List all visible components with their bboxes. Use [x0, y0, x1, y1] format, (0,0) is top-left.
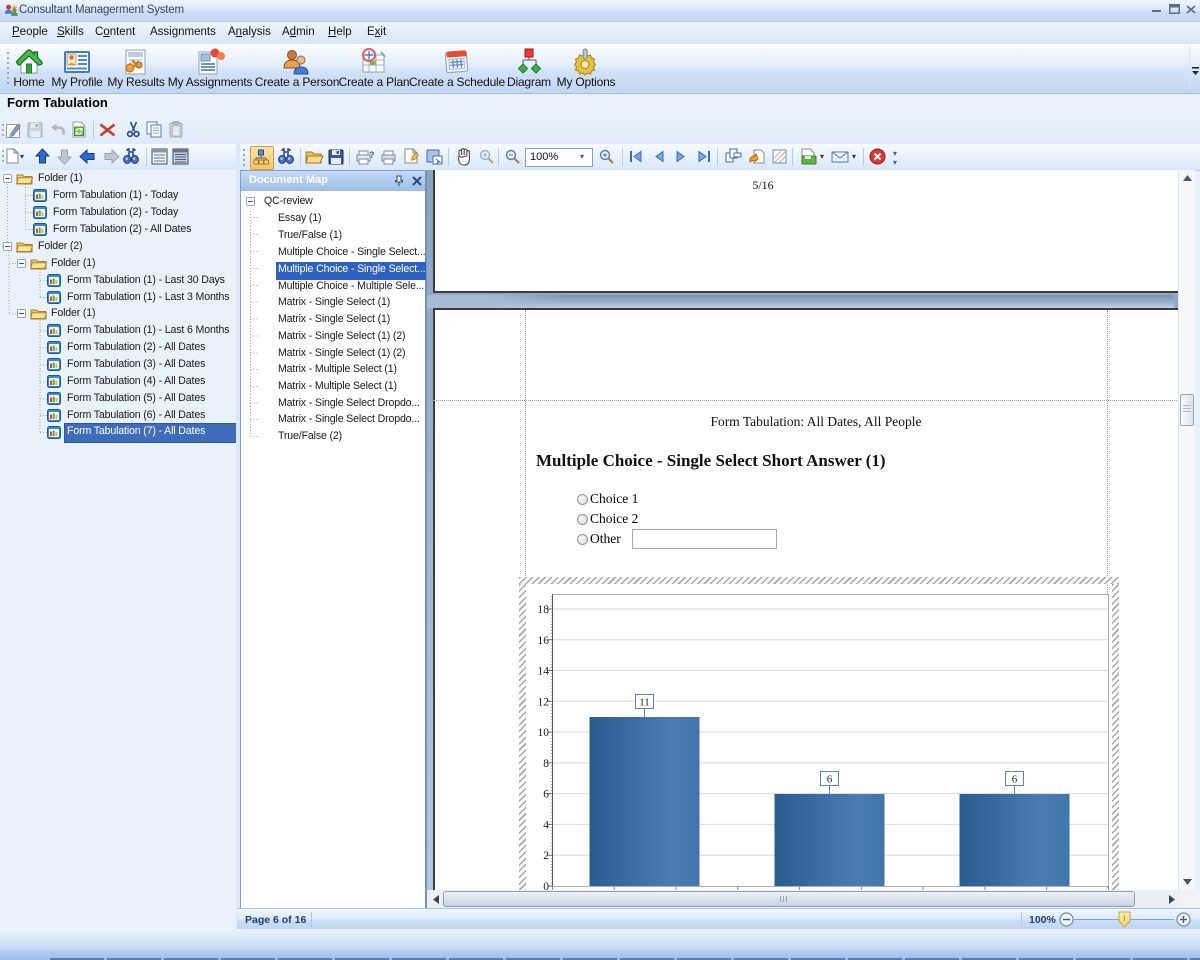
svg-text:14: 14 [538, 666, 550, 678]
svg-text:6: 6 [543, 789, 549, 801]
svg-text:2: 2 [543, 850, 549, 862]
svg-text:16: 16 [538, 635, 550, 647]
svg-text:10: 10 [538, 727, 550, 739]
svg-text:?: ? [369, 150, 375, 160]
svg-text:18: 18 [538, 604, 550, 616]
svg-text:0: 0 [543, 881, 549, 890]
svg-text:8: 8 [543, 758, 549, 770]
svg-text:4: 4 [543, 819, 549, 831]
svg-text:12: 12 [538, 696, 550, 708]
svg-text:6: 6 [1012, 774, 1018, 786]
svg-text:6: 6 [827, 774, 833, 786]
svg-text:11: 11 [639, 697, 650, 709]
